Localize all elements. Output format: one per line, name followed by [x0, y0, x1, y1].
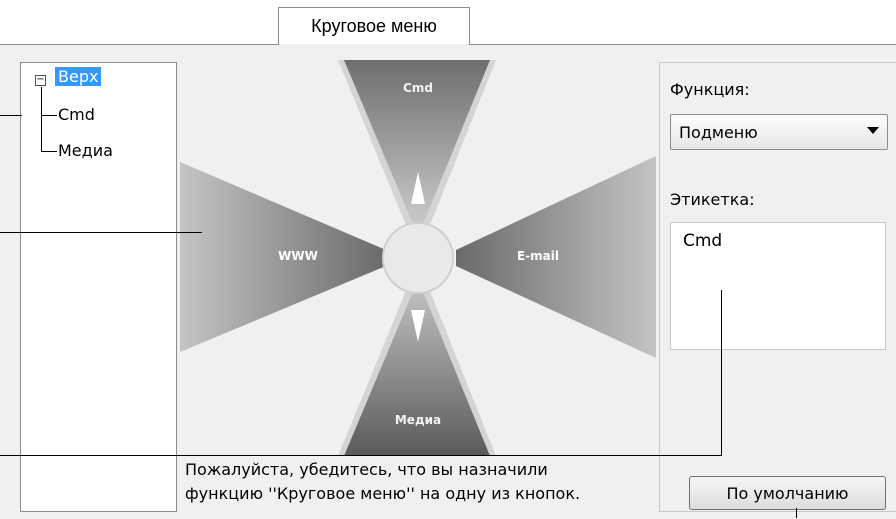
info-line-2: функцию ''Круговое меню'' на одну из кно… — [185, 484, 581, 503]
tree-connector — [41, 87, 42, 151]
tab-radial-menu[interactable]: Круговое меню — [278, 7, 470, 45]
dropdown-arrow-icon[interactable] — [867, 127, 879, 134]
collapse-icon[interactable]: − — [35, 75, 46, 86]
segment-top-label: Cmd — [403, 81, 433, 95]
radial-menu: Cmd WWW E-mail Медиа — [180, 60, 656, 456]
center-circle — [382, 222, 454, 294]
callout-line-button — [796, 508, 797, 518]
tree-connector — [41, 115, 57, 116]
tab-label: Круговое меню — [311, 16, 437, 36]
tab-joint — [279, 44, 469, 46]
tree-item-top[interactable]: Верх — [55, 67, 102, 86]
segment-left-label: WWW — [278, 249, 318, 263]
caption-input[interactable]: Cmd — [670, 222, 886, 350]
callout-line-tree — [0, 115, 22, 116]
caption-label: Этикетка: — [670, 190, 755, 209]
function-label: Функция: — [670, 80, 750, 99]
segment-bottom-label: Медиа — [395, 413, 441, 427]
segment-right-label: E-mail — [517, 249, 559, 263]
function-select[interactable]: Подменю — [670, 114, 888, 150]
callout-line-caption-vertical — [721, 290, 722, 456]
function-value: Подменю — [679, 123, 758, 142]
info-text: Пожалуйста, убедитесь, что вы назначили … — [185, 458, 580, 506]
callout-line-menu — [0, 232, 202, 233]
tree-item-media[interactable]: Медиа — [58, 141, 113, 160]
info-line-1: Пожалуйста, убедитесь, что вы назначили — [185, 460, 548, 479]
callout-line-caption — [0, 455, 722, 456]
tree-connector — [41, 151, 57, 152]
default-button-label: По умолчанию — [726, 483, 849, 503]
default-button[interactable]: По умолчанию — [689, 476, 886, 510]
tree-item-cmd[interactable]: Cmd — [58, 105, 95, 124]
menu-tree[interactable]: − Верх Cmd Медиа — [20, 62, 177, 512]
